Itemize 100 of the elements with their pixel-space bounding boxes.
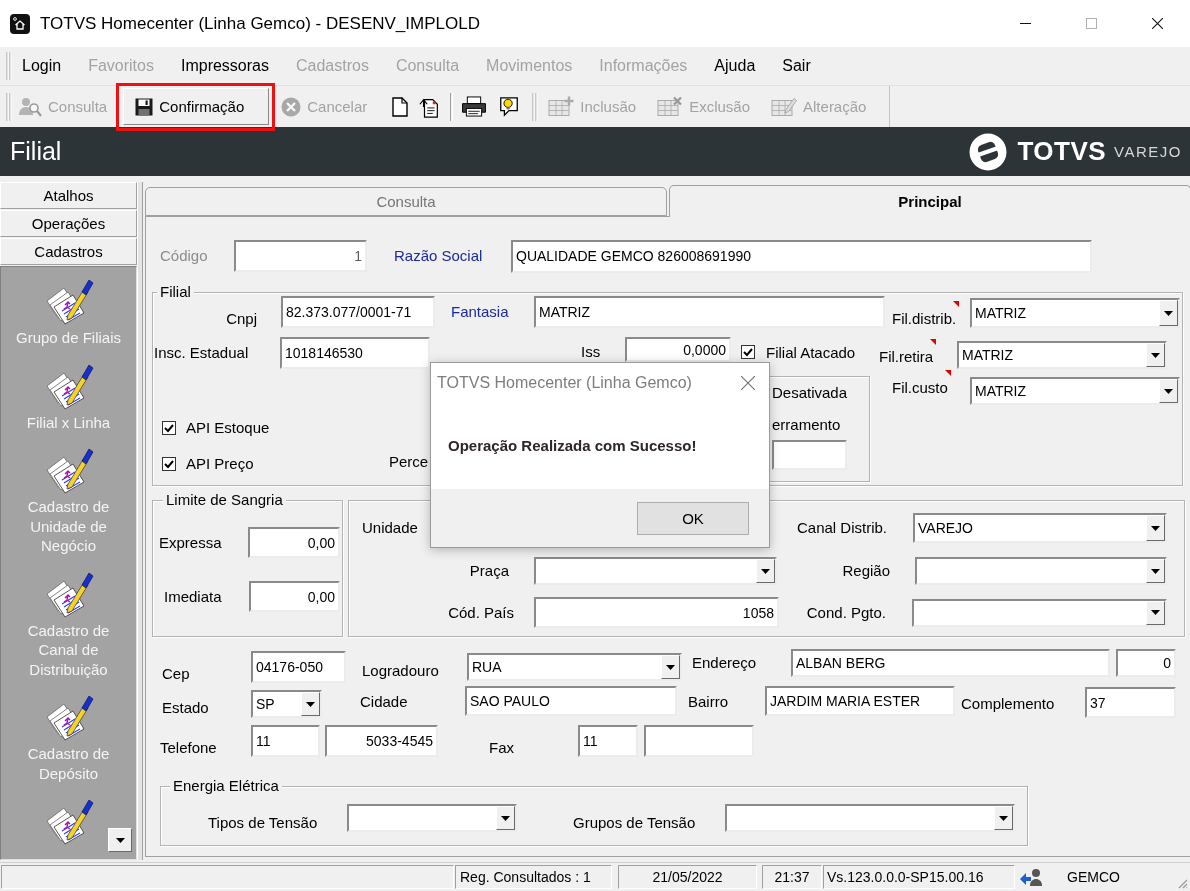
dialog-title: TOTVS Homecenter (Linha Gemco): [437, 374, 692, 392]
field-label: Unidade: [362, 519, 419, 537]
text-field[interactable]: [644, 725, 754, 757]
field-label: Tipos de Tensão: [208, 814, 319, 832]
field-label: Cnpj: [225, 310, 257, 328]
close-icon: [1151, 18, 1163, 29]
logo-icon: [969, 132, 1008, 171]
text-field[interactable]: 0,00: [248, 527, 340, 558]
menu-item[interactable]: Login: [12, 57, 75, 75]
caret-icon: [306, 701, 315, 707]
field-label: Estado: [162, 699, 210, 717]
save-icon: [135, 97, 154, 116]
tab[interactable]: Principal: [669, 185, 1190, 217]
screen-title: Filial: [10, 137, 62, 166]
search-icon: [18, 95, 42, 118]
section-button[interactable]: Operações: [0, 210, 137, 237]
text-field[interactable]: 1018146530: [280, 337, 430, 369]
caret-icon: [1164, 388, 1173, 394]
dropdown-button[interactable]: [1146, 600, 1165, 625]
caret-icon: [761, 568, 770, 574]
text-field[interactable]: 1058: [534, 597, 779, 628]
toolbar-button[interactable]: Confirmação: [123, 88, 270, 125]
group-title: Limite de Sangria: [163, 491, 286, 509]
dropdown-button[interactable]: [994, 806, 1013, 830]
field-label: Insc. Estadual: [153, 344, 250, 362]
tab[interactable]: Consulta: [145, 187, 667, 216]
text-field[interactable]: 0: [1116, 649, 1176, 677]
field-label: Fax: [489, 739, 515, 757]
caret-icon: [666, 664, 675, 670]
combo-box[interactable]: RUA: [467, 653, 682, 681]
dropdown-button[interactable]: [301, 692, 320, 716]
field-label: Canal Distrib.: [797, 519, 889, 537]
text-field[interactable]: QUALIDADE GEMCO 826008691990: [511, 239, 1092, 273]
section-button[interactable]: Atalhos: [0, 182, 137, 209]
field-label: Imediata: [164, 587, 223, 606]
checkbox-label: API Estoque: [186, 419, 270, 437]
field-label: Telefone: [160, 739, 218, 757]
checkbox[interactable]: [162, 457, 176, 471]
table-edit-icon: [771, 96, 798, 117]
combo-box[interactable]: [534, 557, 777, 585]
checkbox-label: Filial Atacado: [766, 344, 857, 362]
status-panel: Reg. Consultados : 1: [455, 865, 612, 889]
text-field[interactable]: MATRIZ: [534, 296, 885, 328]
field-label: Iss: [581, 343, 602, 361]
text-field[interactable]: JARDIM MARIA ESTER: [765, 686, 955, 716]
section-button[interactable]: Cadastros: [0, 238, 137, 265]
dropdown-button[interactable]: [1146, 559, 1165, 583]
field-label: Logradouro: [362, 662, 440, 680]
dropdown-button[interactable]: [661, 655, 680, 679]
field-label: Cep: [162, 665, 191, 683]
caret-icon: [1151, 352, 1160, 358]
status-panel: 21/05/2022: [618, 865, 757, 889]
dropdown-button[interactable]: [1159, 300, 1178, 326]
size-grip-icon: [1176, 877, 1188, 889]
field-label: Código: [160, 247, 209, 265]
window-title: TOTVS Homecenter (Linha Gemco) - DESENV_IMPLOLD: [40, 13, 480, 34]
combo-box[interactable]: SP: [251, 690, 322, 718]
text-field[interactable]: 0,0000: [625, 337, 731, 362]
combo-box[interactable]: MATRIZ: [970, 377, 1180, 405]
field-label: Fantasia: [451, 303, 510, 321]
checkbox[interactable]: [162, 421, 176, 435]
text-field[interactable]: 0,00: [249, 581, 340, 612]
field-label: Endereço: [692, 654, 758, 672]
field-label: Grupos de Tensão: [573, 814, 697, 832]
status-panel: Vs.123.0.0.0-SP15.00.16: [823, 865, 1015, 889]
text-field[interactable]: 82.373.077/0001-71: [281, 296, 435, 328]
scroll-down-button[interactable]: [108, 828, 132, 852]
x-circle-icon: [281, 96, 302, 117]
checkbox[interactable]: [741, 345, 755, 359]
grip-icon: [532, 92, 539, 121]
ok-button[interactable]: OK: [637, 502, 749, 535]
dropdown-button[interactable]: [496, 806, 515, 830]
menu-item[interactable]: Sair: [768, 57, 825, 75]
text-field[interactable]: 37: [1085, 687, 1176, 718]
caret-icon: [1164, 310, 1173, 316]
menu-item[interactable]: Ajuda: [700, 57, 769, 75]
combo-box[interactable]: VAREJO: [913, 513, 1167, 543]
dropdown-button[interactable]: [756, 559, 775, 583]
text-field[interactable]: 5033-4545: [325, 725, 438, 757]
text-field[interactable]: 11: [251, 725, 320, 757]
field-label: Cond. Pgto.: [805, 603, 886, 622]
text-field[interactable]: SAO PAULO: [465, 686, 677, 716]
status-text: GEMCO: [1067, 869, 1120, 885]
dropdown-button[interactable]: [1159, 379, 1178, 403]
group-title: Energia Elétrica: [170, 777, 282, 795]
text-field[interactable]: 11: [578, 725, 638, 757]
menu-item[interactable]: Impressoras: [167, 57, 283, 75]
dropdown-button[interactable]: [1146, 343, 1165, 367]
dropdown-button[interactable]: [1146, 515, 1165, 541]
printer-icon: [461, 96, 488, 117]
caret-icon: [501, 815, 510, 821]
text-field[interactable]: [772, 440, 847, 470]
text-field[interactable]: 04176-050: [251, 651, 346, 683]
caret-icon: [1151, 525, 1160, 531]
text-field[interactable]: ALBAN BERG: [791, 649, 1110, 677]
combo-box[interactable]: MATRIZ: [957, 341, 1167, 369]
combo-box[interactable]: MATRIZ: [970, 298, 1180, 328]
field-label: Região: [841, 562, 890, 580]
caret-icon: [115, 837, 125, 843]
dialog-message: Operação Realizada com Sucesso!: [448, 437, 698, 455]
